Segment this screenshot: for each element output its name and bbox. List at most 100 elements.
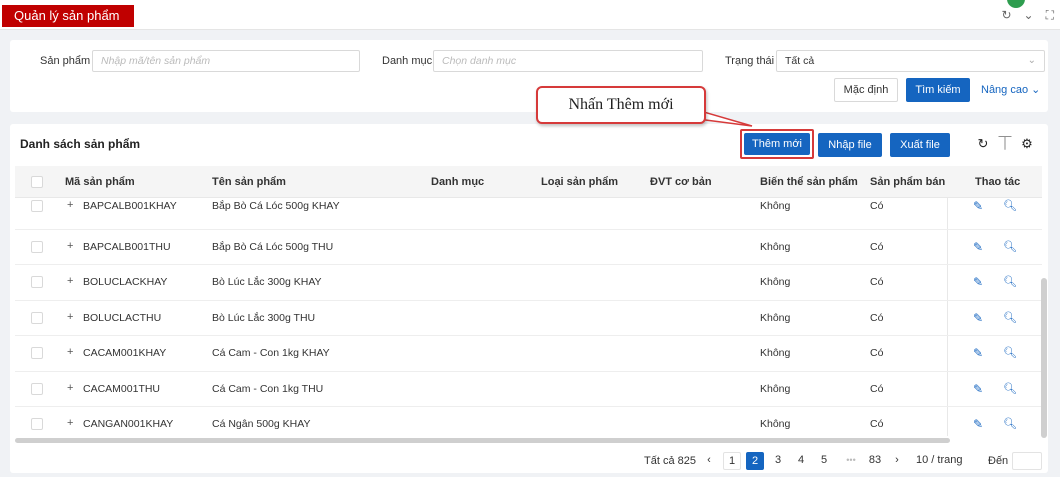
table-header: Mã sản phẩm Tên sản phẩm Danh mục Loại s… — [15, 166, 1042, 198]
edit-icon[interactable]: ✎ — [973, 346, 983, 360]
cell-variant: Không — [760, 347, 791, 359]
row-checkbox[interactable] — [31, 240, 43, 253]
cell-sellable: Có — [870, 200, 884, 212]
page-5[interactable]: 5 — [815, 452, 833, 470]
expand-icon[interactable]: + — [67, 417, 73, 429]
col-unit[interactable]: ĐVT cơ bản — [650, 166, 712, 198]
import-file-button[interactable]: Nhập file — [818, 133, 882, 157]
table-row[interactable]: + BAPCALB001KHAY Bắp Bò Cá Lóc 500g KHAY… — [15, 198, 1042, 230]
col-name[interactable]: Tên sản phẩm — [212, 166, 286, 198]
add-new-button[interactable]: Thêm mới — [744, 133, 810, 155]
filter-panel: Sản phẩm Nhập mã/tên sản phẩm Danh mục C… — [10, 40, 1048, 112]
edit-icon[interactable]: ✎ — [973, 275, 983, 289]
default-button[interactable]: Mặc định — [834, 78, 898, 102]
search-icon[interactable]: 🔍︎ — [1003, 199, 1017, 212]
cell-code: CACAM001THU — [83, 382, 161, 395]
expand-icon[interactable]: + — [67, 240, 73, 252]
row-checkbox[interactable] — [31, 418, 43, 430]
row-checkbox[interactable] — [31, 276, 43, 288]
cell-code: CACAM001KHAY — [83, 347, 167, 359]
edit-icon[interactable]: ✎ — [973, 382, 983, 396]
prev-page-icon[interactable]: ‹ — [700, 452, 718, 470]
cell-variant: Không — [760, 311, 791, 324]
edit-icon[interactable]: ✎ — [973, 417, 983, 431]
search-icon[interactable]: 🔍︎ — [1003, 275, 1017, 288]
cell-variant: Không — [760, 276, 791, 288]
cell-code: BOLUCLACKHAY — [83, 276, 168, 288]
cell-variant: Không — [760, 240, 791, 253]
edit-icon[interactable]: ✎ — [973, 199, 983, 213]
row-checkbox[interactable] — [31, 347, 43, 359]
category-select[interactable]: Chọn danh mục — [433, 50, 703, 72]
expand-icon[interactable]: + — [67, 275, 73, 287]
cell-name: Cá Cam - Con 1kg THU — [212, 382, 324, 395]
vertical-scrollbar[interactable] — [1041, 278, 1047, 438]
search-icon[interactable]: 🔍︎ — [1003, 311, 1017, 324]
row-checkbox[interactable] — [31, 311, 43, 324]
column-height-icon[interactable]: ⏉ — [997, 136, 1013, 152]
page-ellipsis[interactable]: ••• — [840, 452, 862, 470]
horizontal-scrollbar[interactable] — [15, 438, 950, 443]
expand-icon[interactable]: + — [67, 199, 73, 211]
search-icon[interactable]: 🔍︎ — [1003, 417, 1017, 430]
goto-page-input[interactable] — [1012, 452, 1042, 470]
cell-name: Bắp Bò Cá Lóc 500g KHAY — [212, 200, 340, 212]
table-row[interactable]: + BOLUCLACTHU Bò Lúc Lắc 300g THU Không … — [15, 301, 1042, 336]
page-size-select[interactable]: 10 / trang ⌄ — [912, 452, 974, 473]
cell-name: Bò Lúc Lắc 300g KHAY — [212, 276, 322, 288]
status-select[interactable]: Tất cả ⌄ — [776, 50, 1045, 72]
export-file-button[interactable]: Xuất file — [890, 133, 950, 157]
product-search-input[interactable]: Nhập mã/tên sản phẩm — [92, 50, 360, 72]
search-button[interactable]: Tìm kiếm — [906, 78, 970, 102]
cell-name: Bắp Bò Cá Lóc 500g THU — [212, 240, 334, 253]
callout-annotation: Nhấn Thêm mới — [536, 86, 706, 124]
expand-icon[interactable]: + — [67, 382, 73, 394]
reload-icon[interactable]: ↻ — [975, 136, 991, 152]
page-title: Quản lý sản phẩm — [2, 5, 134, 27]
chevron-down-icon: ⌄ — [1031, 84, 1041, 96]
goto-label: Đến — [988, 455, 1009, 467]
cell-name: Cá Cam - Con 1kg KHAY — [212, 347, 330, 359]
col-code[interactable]: Mã sản phẩm — [65, 166, 135, 198]
table-row[interactable]: + CACAM001KHAY Cá Cam - Con 1kg KHAY Khô… — [15, 336, 1042, 372]
col-sellable[interactable]: Sản phẩm bán — [870, 166, 945, 198]
search-icon[interactable]: 🔍︎ — [1003, 346, 1017, 359]
row-checkbox[interactable] — [31, 382, 43, 395]
window-controls: ↻ ⌄ ⛶ — [1001, 8, 1054, 23]
top-bar: Quản lý sản phẩm ↻ ⌄ ⛶ — [0, 0, 1060, 30]
page-size-value: 10 / trang — [916, 454, 963, 466]
edit-icon[interactable]: ✎ — [973, 240, 983, 254]
page-2[interactable]: 2 — [746, 452, 764, 470]
fullscreen-icon[interactable]: ⛶ — [1046, 8, 1054, 23]
category-label: Danh mục — [382, 55, 433, 67]
refresh-icon[interactable]: ↻ — [1001, 8, 1011, 23]
table-row[interactable]: + BOLUCLACKHAY Bò Lúc Lắc 300g KHAY Khôn… — [15, 265, 1042, 301]
settings-icon[interactable]: ⚙ — [1019, 136, 1035, 152]
col-variant[interactable]: Biến thể sản phẩm — [760, 166, 858, 198]
chevron-down-icon: ⌄ — [916, 470, 925, 473]
cell-sellable: Có — [870, 418, 884, 430]
table-row[interactable]: + BAPCALB001THU Bắp Bò Cá Lóc 500g THU K… — [15, 230, 1042, 265]
page-4[interactable]: 4 — [792, 452, 810, 470]
next-page-icon[interactable]: › — [888, 452, 906, 470]
search-icon[interactable]: 🔍︎ — [1003, 240, 1017, 253]
status-label: Trạng thái — [725, 55, 775, 67]
col-type[interactable]: Loại sản phẩm — [541, 166, 618, 198]
avatar[interactable] — [1007, 0, 1025, 8]
col-actions: Thao tác — [975, 176, 1021, 188]
edit-icon[interactable]: ✎ — [973, 311, 983, 325]
table-row[interactable]: + CACAM001THU Cá Cam - Con 1kg THU Không… — [15, 372, 1042, 407]
page-last[interactable]: 83 — [865, 452, 885, 470]
expand-icon[interactable]: + — [67, 311, 73, 323]
page-1[interactable]: 1 — [723, 452, 741, 470]
table-row[interactable]: + CANGAN001KHAY Cá Ngân 500g KHAY Không … — [15, 407, 1042, 436]
advanced-link[interactable]: Nâng cao ⌄ — [981, 78, 1040, 102]
chevron-down-icon[interactable]: ⌄ — [1024, 8, 1034, 23]
chevron-down-icon: ⌄ — [1027, 55, 1036, 66]
page-3[interactable]: 3 — [769, 452, 787, 470]
select-all-checkbox[interactable] — [31, 176, 43, 188]
col-category[interactable]: Danh mục — [431, 166, 484, 198]
search-icon[interactable]: 🔍︎ — [1003, 382, 1017, 395]
expand-icon[interactable]: + — [67, 346, 73, 358]
row-checkbox[interactable] — [31, 200, 43, 212]
